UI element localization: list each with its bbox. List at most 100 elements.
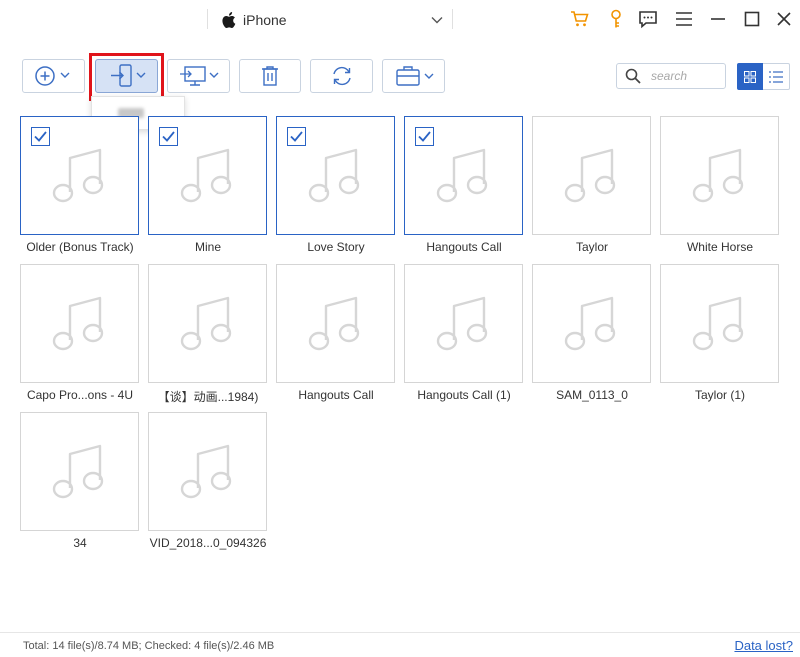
refresh-button[interactable] (310, 59, 373, 93)
music-note-icon (52, 296, 104, 351)
chevron-down-icon[interactable] (430, 13, 444, 27)
file-item[interactable]: VID_2018...0_094326 (148, 412, 267, 550)
data-lost-link[interactable]: Data lost? (734, 638, 793, 653)
music-note-icon (180, 148, 232, 203)
grid-view-button[interactable] (737, 63, 763, 90)
file-item[interactable]: 【谈】动画...1984) (148, 264, 267, 405)
music-note-icon (180, 444, 232, 499)
music-note-icon (564, 148, 616, 203)
file-item[interactable]: Older (Bonus Track) (20, 116, 139, 254)
export-to-pc-button[interactable] (167, 59, 230, 93)
list-view-button[interactable] (763, 63, 790, 90)
music-note-icon (692, 296, 744, 351)
minimize-icon[interactable] (707, 8, 729, 30)
apple-icon (222, 12, 236, 28)
status-bar: Total: 14 file(s)/8.74 MB; Checked: 4 fi… (0, 632, 800, 657)
music-note-icon (564, 296, 616, 351)
file-thumbnail[interactable] (404, 264, 523, 383)
file-item[interactable]: Hangouts Call (276, 264, 395, 402)
file-name: 【谈】动画...1984) (157, 390, 259, 404)
file-name: Hangouts Call (426, 240, 502, 254)
file-item[interactable]: SAM_0113_0 (532, 264, 651, 402)
file-name: Capo Pro...ons - 4U (26, 388, 134, 402)
file-thumbnail[interactable] (532, 264, 651, 383)
music-note-icon (180, 296, 232, 351)
export-to-device-button[interactable] (95, 59, 158, 93)
file-name: Taylor (575, 240, 608, 254)
file-thumbnail[interactable] (148, 116, 267, 235)
feedback-icon[interactable] (637, 8, 659, 30)
toolbox-button[interactable] (382, 59, 445, 93)
status-summary: Total: 14 file(s)/8.74 MB; Checked: 4 fi… (23, 640, 275, 652)
file-thumbnail[interactable] (20, 116, 139, 235)
file-item[interactable]: Hangouts Call (404, 116, 523, 254)
file-item[interactable]: White Horse (660, 116, 779, 254)
title-separator (452, 9, 453, 29)
file-checkbox[interactable] (159, 127, 178, 146)
file-name: Older (Bonus Track) (26, 240, 134, 254)
grid-view-icon (744, 70, 756, 83)
refresh-icon (332, 66, 351, 86)
checkmark-icon (162, 131, 175, 142)
list-view-icon (769, 70, 783, 83)
key-icon[interactable] (605, 8, 627, 30)
delete-icon (262, 66, 278, 86)
file-checkbox[interactable] (287, 127, 306, 146)
device-selector[interactable]: iPhone (220, 8, 287, 32)
search-box[interactable] (616, 63, 726, 89)
music-note-icon (52, 444, 104, 499)
file-thumbnail[interactable] (20, 412, 139, 531)
file-item[interactable]: Mine (148, 116, 267, 254)
file-name: SAM_0113_0 (556, 388, 628, 402)
search-input[interactable] (651, 69, 721, 83)
file-checkbox[interactable] (31, 127, 50, 146)
menu-icon[interactable] (673, 8, 695, 30)
export-to-device-icon (110, 64, 145, 87)
file-thumbnail[interactable] (532, 116, 651, 235)
file-name: Mine (194, 240, 221, 254)
toolbox-icon (395, 66, 433, 86)
checkmark-icon (418, 131, 431, 142)
title-bar: iPhone (0, 0, 800, 40)
file-name: Hangouts Call (298, 388, 374, 402)
music-note-icon (436, 296, 488, 351)
delete-button[interactable] (239, 59, 301, 93)
file-item[interactable]: Taylor (1) (660, 264, 779, 402)
search-icon (625, 68, 641, 84)
file-item[interactable]: 34 (20, 412, 139, 550)
music-note-icon (436, 148, 488, 203)
music-note-icon (308, 296, 360, 351)
file-name: Hangouts Call (1) (417, 388, 511, 402)
file-name: VID_2018...0_094326 (149, 536, 267, 550)
music-note-icon (692, 148, 744, 203)
file-item[interactable]: Love Story (276, 116, 395, 254)
file-item[interactable]: Hangouts Call (1) (404, 264, 523, 402)
checkmark-icon (34, 131, 47, 142)
add-icon (34, 66, 69, 86)
music-note-icon (52, 148, 104, 203)
file-thumbnail[interactable] (660, 116, 779, 235)
file-thumbnail[interactable] (276, 264, 395, 383)
file-thumbnail[interactable] (404, 116, 523, 235)
export-to-pc-icon (179, 66, 218, 86)
checkmark-icon (290, 131, 303, 142)
file-item[interactable]: Taylor (532, 116, 651, 254)
file-thumbnail[interactable] (148, 264, 267, 383)
file-name: 34 (73, 536, 87, 550)
device-name: iPhone (243, 12, 287, 28)
add-button[interactable] (22, 59, 85, 93)
close-icon[interactable] (773, 8, 795, 30)
music-note-icon (308, 148, 360, 203)
file-item[interactable]: Capo Pro...ons - 4U (20, 264, 139, 402)
file-name: White Horse (686, 240, 754, 254)
file-thumbnail[interactable] (20, 264, 139, 383)
file-name: Love Story (307, 240, 365, 254)
title-separator (207, 9, 208, 29)
file-thumbnail[interactable] (148, 412, 267, 531)
file-thumbnail[interactable] (276, 116, 395, 235)
cart-icon[interactable] (569, 8, 591, 30)
maximize-icon[interactable] (741, 8, 763, 30)
file-checkbox[interactable] (415, 127, 434, 146)
file-name: Taylor (1) (694, 388, 745, 402)
file-thumbnail[interactable] (660, 264, 779, 383)
